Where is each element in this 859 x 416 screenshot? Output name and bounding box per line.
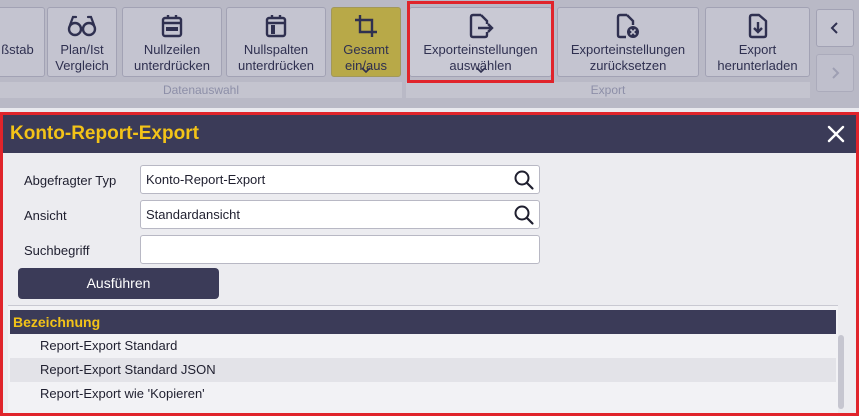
- plan-ist-vergleich-button[interactable]: Plan/Ist Vergleich: [47, 7, 117, 77]
- chevron-right-icon: [832, 67, 840, 79]
- result-list: Bezeichnung Report-Export Standard Repor…: [8, 305, 838, 413]
- abgefragter-typ-input[interactable]: [141, 166, 539, 193]
- label-suchbegriff: Suchbegriff: [24, 243, 90, 258]
- close-icon: [827, 125, 845, 143]
- highlight-frame: [407, 1, 554, 83]
- massstab-button[interactable]: ßstab: [0, 7, 45, 77]
- gesamt-ein-aus-button[interactable]: Gesamt ein/aus: [331, 7, 401, 77]
- list-item[interactable]: Report-Export Standard JSON: [10, 358, 836, 382]
- export-herunterladen-button[interactable]: Export herunterladen: [705, 7, 810, 77]
- ribbon-scroll-left-button[interactable]: [816, 9, 854, 47]
- dialog-title: Konto-Report-Export: [10, 123, 199, 144]
- list-scrollbar[interactable]: [838, 335, 844, 409]
- glasses-icon: [48, 13, 116, 39]
- group-label-export: Export: [406, 82, 810, 98]
- file-download-icon: [706, 13, 809, 39]
- exporteinstellungen-zuruecksetzen-button[interactable]: Exporteinstellungen zurücksetzen: [557, 7, 699, 77]
- dialog-header: Konto-Report-Export: [3, 115, 856, 153]
- calendar-columns-icon: [227, 13, 325, 39]
- crop-icon: [332, 13, 400, 39]
- file-reset-icon: [558, 13, 698, 39]
- label-ansicht: Ansicht: [24, 208, 67, 223]
- list-item[interactable]: Report-Export Standard: [10, 334, 836, 358]
- group-label-datenauswahl: Datenauswahl: [0, 82, 402, 98]
- nullzeilen-unterdruecken-button[interactable]: Nullzeilen unterdrücken: [122, 7, 222, 77]
- calendar-rows-icon: [123, 13, 221, 39]
- search-icon[interactable]: [513, 169, 535, 191]
- export-dialog: Konto-Report-Export Abgefragter Typ Ansi…: [0, 112, 859, 416]
- nullspalten-unterdruecken-button[interactable]: Nullspalten unterdrücken: [226, 7, 326, 77]
- list-item[interactable]: Report-Export wie 'Kopieren': [10, 382, 836, 406]
- suchbegriff-field[interactable]: [140, 235, 540, 264]
- search-icon[interactable]: [513, 204, 535, 226]
- ansicht-field[interactable]: [140, 200, 540, 229]
- abgefragter-typ-field[interactable]: [140, 165, 540, 194]
- chevron-down-icon: [361, 67, 371, 73]
- ausfuehren-button[interactable]: Ausführen: [18, 268, 219, 299]
- ribbon-scroll-right-button[interactable]: [816, 54, 854, 92]
- column-header-bezeichnung[interactable]: Bezeichnung: [10, 310, 836, 334]
- close-button[interactable]: [822, 120, 850, 148]
- suchbegriff-input[interactable]: [141, 236, 539, 263]
- label-abgefragter-typ: Abgefragter Typ: [24, 173, 117, 188]
- massstab-label: ßstab: [1, 42, 34, 57]
- ansicht-input[interactable]: [141, 201, 539, 228]
- toolbar-ribbon: ßstab Plan/Ist Vergleich Nullzeilen unte…: [0, 0, 859, 108]
- chevron-left-icon: [830, 22, 838, 34]
